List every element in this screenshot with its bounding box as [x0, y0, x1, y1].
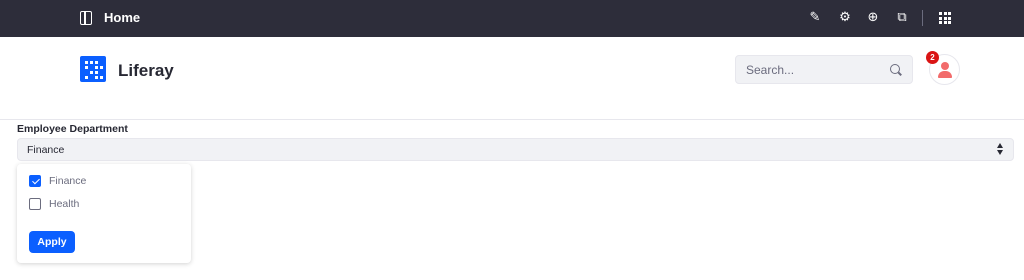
filter-label: Employee Department — [17, 123, 128, 135]
gear-icon[interactable]: ⚙ — [836, 9, 854, 27]
pencil-icon[interactable]: ✎ — [806, 9, 824, 27]
search-bar[interactable] — [735, 55, 913, 84]
user-icon-body — [938, 71, 952, 78]
select-value: Finance — [27, 144, 65, 156]
divider — [922, 10, 923, 26]
option-finance[interactable]: Finance — [29, 175, 179, 189]
search-icon[interactable] — [890, 64, 900, 74]
option-label[interactable]: Health — [49, 198, 79, 210]
option-label[interactable]: Finance — [49, 175, 86, 187]
user-icon — [941, 62, 949, 70]
apply-button[interactable]: Apply — [29, 231, 75, 253]
page-title: Home — [104, 10, 141, 25]
search-input[interactable] — [746, 62, 876, 78]
department-select[interactable]: Finance — [17, 138, 1014, 161]
control-menu: Home ✎ ⚙ ⊕ ⧉ — [0, 0, 1024, 37]
site-header: Liferay 2 — [0, 37, 1024, 120]
option-health[interactable]: Health — [29, 198, 179, 212]
finance-checkbox[interactable] — [29, 175, 41, 187]
select-arrows-icon — [997, 143, 1005, 156]
preview-icon[interactable]: ⧉ — [893, 9, 911, 27]
site-name[interactable]: Liferay — [118, 61, 174, 81]
health-checkbox[interactable] — [29, 198, 41, 210]
notification-badge: 2 — [926, 51, 939, 64]
apps-grid-icon[interactable] — [939, 12, 951, 24]
sidebar-toggle-icon[interactable] — [80, 11, 92, 25]
liferay-logo-icon[interactable] — [80, 56, 106, 82]
department-dropdown: Finance Health Apply — [17, 164, 191, 263]
simulation-icon[interactable]: ⊕ — [864, 9, 882, 27]
